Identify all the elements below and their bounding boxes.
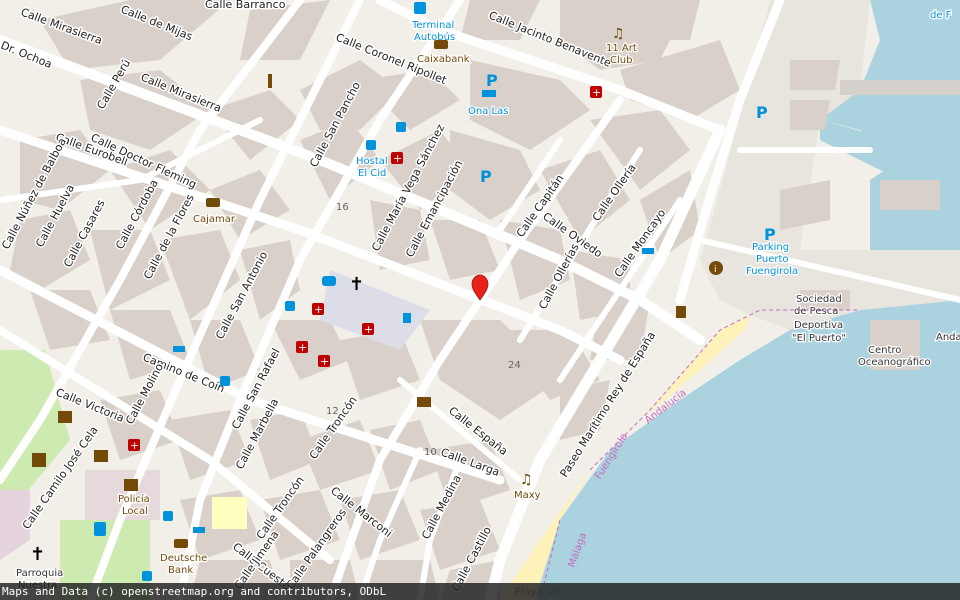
health-icon[interactable]: + [590, 86, 602, 99]
svg-text:+: + [592, 86, 601, 99]
poi-label-terminal: Terminal Autobús [411, 20, 455, 43]
cinema-icon[interactable] [32, 453, 46, 467]
poi-label-anda: Anda [936, 332, 960, 343]
svg-text:+: + [130, 439, 139, 452]
hotel-icon[interactable] [173, 346, 185, 352]
bottom-area-label: Playa de [514, 585, 561, 598]
parking-icon[interactable]: P [756, 103, 768, 122]
music-venue-icon[interactable]: ♫ [612, 26, 625, 42]
bus-stop-icon[interactable] [220, 376, 230, 386]
bus-stop-icon[interactable] [285, 301, 295, 311]
svg-text:♫: ♫ [612, 26, 625, 42]
bus-stop-icon[interactable] [142, 571, 152, 581]
poi-label-de-f: de F [930, 10, 952, 21]
music-venue-icon[interactable]: ♫ [520, 472, 533, 488]
health-icon[interactable]: + [128, 439, 140, 452]
health-icon[interactable]: + [296, 341, 308, 354]
health-icon[interactable]: + [312, 303, 324, 316]
bus-station-icon[interactable] [414, 2, 426, 14]
svg-text:P: P [486, 71, 498, 90]
attribution-text: Maps and Data (c) openstreetmap.org and … [2, 585, 387, 598]
police-icon[interactable] [124, 479, 138, 491]
svg-text:✝: ✝ [30, 544, 45, 565]
taxi-icon[interactable] [322, 276, 336, 286]
shop-icon[interactable] [676, 306, 686, 318]
poi-label-art-club: 11 Art Club [606, 43, 637, 66]
church-icon[interactable]: ✝ [349, 274, 364, 295]
svg-text:P: P [480, 167, 492, 186]
library-icon[interactable] [58, 411, 72, 423]
svg-text:+: + [314, 303, 323, 316]
hotel-icon[interactable] [482, 90, 496, 97]
charging-station-icon[interactable] [94, 522, 106, 536]
svg-text:i: i [714, 265, 717, 275]
svg-text:P: P [756, 103, 768, 122]
house-number: 24 [508, 360, 521, 371]
hotel-icon[interactable] [642, 248, 654, 254]
bank-icon[interactable] [206, 198, 220, 207]
health-icon[interactable]: + [318, 355, 330, 368]
poi-label-hostal: Hostal El Cid [356, 156, 388, 179]
house-number: 12 [326, 406, 339, 417]
parking-icon[interactable]: P [486, 71, 498, 90]
bank-icon[interactable] [434, 40, 448, 49]
house-number: 10 [424, 447, 437, 458]
bus-stop-icon[interactable] [163, 511, 173, 521]
port-pier [840, 80, 960, 95]
svg-text:✝: ✝ [349, 274, 364, 295]
svg-text:+: + [364, 323, 373, 336]
bus-stop-icon[interactable] [366, 140, 376, 150]
parking-icon[interactable]: P [480, 167, 492, 186]
poi-label-ona-las: Ona Las [468, 106, 508, 117]
hotel-icon[interactable] [193, 527, 205, 533]
map-attribution: Maps and Data (c) openstreetmap.org and … [0, 583, 960, 600]
bus-stop-icon[interactable] [396, 122, 406, 132]
info-icon[interactable]: i [709, 261, 723, 275]
svg-text:+: + [393, 152, 402, 165]
poi-label-cajamar: Cajamar [193, 214, 236, 225]
monument-icon[interactable] [268, 74, 272, 88]
townhall-icon[interactable] [94, 450, 108, 462]
svg-text:♫: ♫ [520, 472, 533, 488]
map-view[interactable]: Calle Mirasierra Dr. Ochoa Calle Perú Ca… [0, 0, 960, 600]
poi-label-caixabank: Caixabank [417, 54, 470, 65]
poi-label-maxy: Maxy [514, 490, 541, 501]
map-canvas[interactable]: Calle Mirasierra Dr. Ochoa Calle Perú Ca… [0, 0, 960, 600]
plot [212, 497, 247, 529]
fountain-icon[interactable] [403, 313, 411, 323]
bank-icon[interactable] [174, 539, 188, 548]
health-icon[interactable]: + [391, 152, 403, 165]
street-label: Calle Barranco [205, 0, 286, 11]
health-icon[interactable]: + [362, 323, 374, 336]
post-office-icon[interactable] [417, 397, 431, 407]
house-number: 16 [336, 202, 349, 213]
svg-text:+: + [298, 341, 307, 354]
church-icon[interactable]: ✝ [30, 544, 45, 565]
svg-text:+: + [320, 355, 329, 368]
